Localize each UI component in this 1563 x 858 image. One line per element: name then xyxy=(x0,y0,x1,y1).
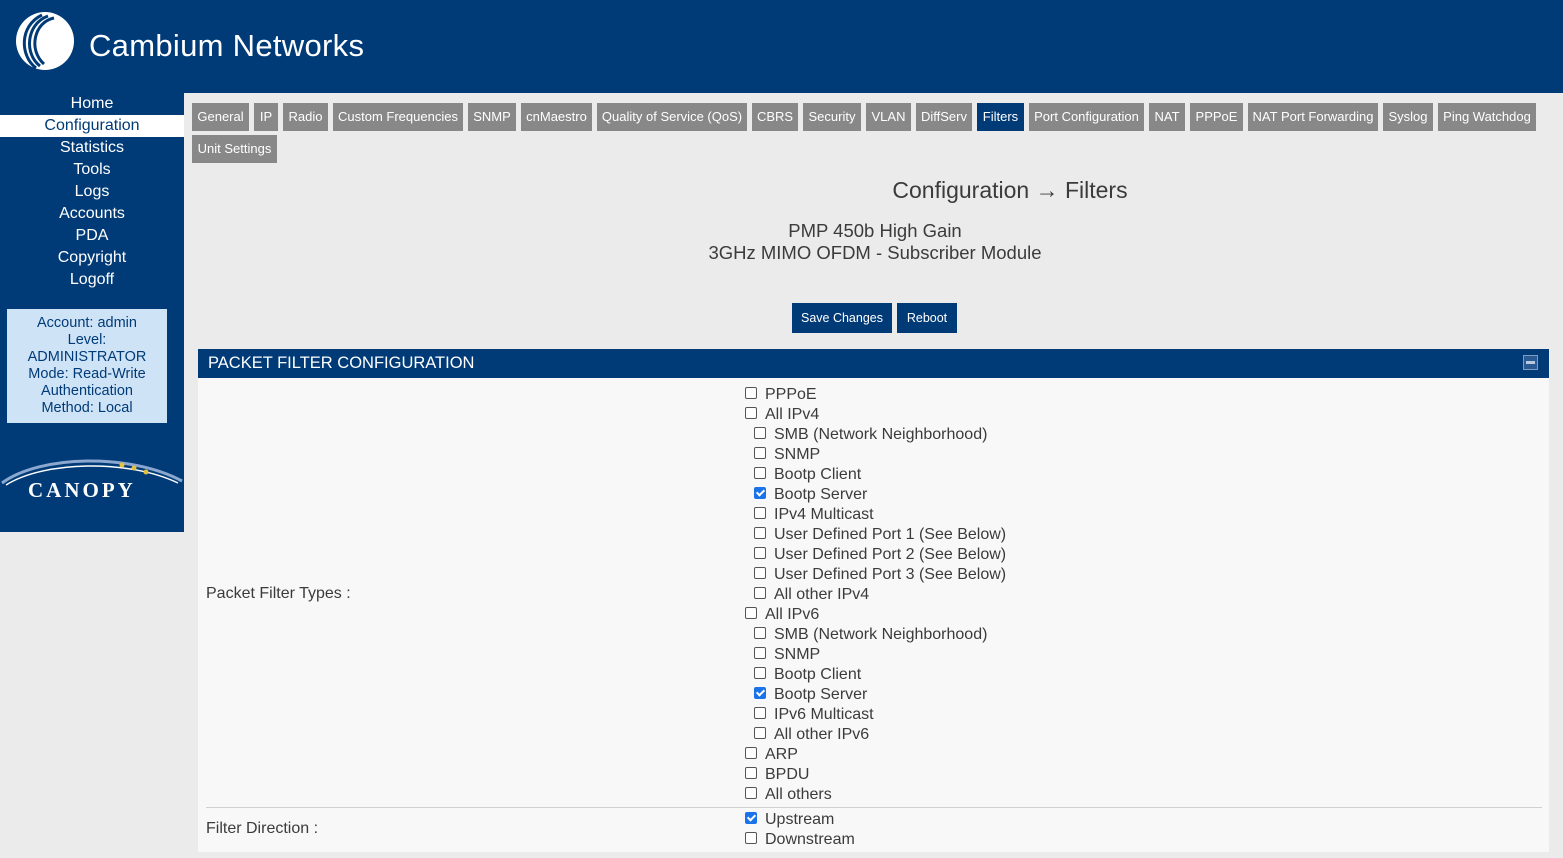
checkbox[interactable] xyxy=(745,746,757,759)
checkbox-checked[interactable] xyxy=(754,486,766,499)
tab-custom-frequencies[interactable]: Custom Frequencies xyxy=(333,103,463,131)
checkbox[interactable] xyxy=(745,786,757,799)
cambium-logo-icon xyxy=(16,12,74,70)
account-line: Level: xyxy=(67,332,107,348)
panel-header: PACKET FILTER CONFIGURATION xyxy=(198,349,1549,378)
filter-direction-label: Filter Direction : xyxy=(206,820,319,837)
checkbox[interactable] xyxy=(754,666,766,679)
filter-type-ipv6-bootp-client[interactable]: Bootp Client xyxy=(754,665,861,685)
account-line: Mode: Read-Write xyxy=(28,366,146,382)
checkbox[interactable] xyxy=(754,586,766,599)
filter-type-all-ipv4[interactable]: All IPv4 xyxy=(745,405,819,425)
checkbox[interactable] xyxy=(754,646,766,659)
device-type: 3GHz MIMO OFDM - Subscriber Module xyxy=(708,242,1042,263)
filter-type-ipv4-smb[interactable]: SMB (Network Neighborhood) xyxy=(754,425,987,445)
sidebar-item-pda[interactable]: PDA xyxy=(0,225,184,247)
filter-type-user-port-3[interactable]: User Defined Port 3 (See Below) xyxy=(754,565,1006,585)
tab-vlan[interactable]: VLAN xyxy=(866,103,911,131)
filter-type-arp[interactable]: ARP xyxy=(745,745,798,765)
page-title: Configuration → Filters xyxy=(892,177,1128,203)
tab-nat-port-forwarding[interactable]: NAT Port Forwarding xyxy=(1248,103,1378,131)
tab-ping-watchdog[interactable]: Ping Watchdog xyxy=(1438,103,1536,131)
account-line: Account: admin xyxy=(37,315,137,331)
device-name: PMP 450b High Gain xyxy=(788,220,962,241)
checkbox-checked[interactable] xyxy=(754,686,766,699)
tab-diffserv[interactable]: DiffServ xyxy=(916,103,972,131)
tab-unit-settings[interactable]: Unit Settings xyxy=(192,135,277,163)
filter-type-ipv6-multicast[interactable]: IPv6 Multicast xyxy=(754,705,874,725)
sidebar-item-accounts[interactable]: Accounts xyxy=(0,203,184,225)
tab-ip[interactable]: IP xyxy=(254,103,278,131)
tab-qos[interactable]: Quality of Service (QoS) xyxy=(597,103,747,131)
sidebar-item-statistics[interactable]: Statistics xyxy=(0,137,184,159)
checkbox[interactable] xyxy=(754,526,766,539)
checkbox[interactable] xyxy=(754,626,766,639)
checkbox[interactable] xyxy=(754,426,766,439)
tab-syslog[interactable]: Syslog xyxy=(1383,103,1433,131)
filter-type-pppoe[interactable]: PPPoE xyxy=(745,385,817,405)
sidebar-item-logoff[interactable]: Logoff xyxy=(0,269,184,291)
checkbox[interactable] xyxy=(754,706,766,719)
filter-type-ipv6-bootp-server[interactable]: Bootp Server xyxy=(754,685,867,705)
filter-type-all-others[interactable]: All others xyxy=(745,785,832,805)
canopy-logo: CANOPY xyxy=(1,459,183,502)
filter-type-all-other-ipv4[interactable]: All other IPv4 xyxy=(754,585,869,605)
account-info: Account: admin Level: ADMINISTRATOR Mode… xyxy=(7,309,167,423)
filter-direction-downstream[interactable]: Downstream xyxy=(745,830,855,850)
checkbox[interactable] xyxy=(754,726,766,739)
filter-type-ipv4-snmp[interactable]: SNMP xyxy=(754,445,820,465)
tab-cnmaestro[interactable]: cnMaestro xyxy=(521,103,592,131)
checkbox[interactable] xyxy=(745,386,757,399)
sidebar-item-tools[interactable]: Tools xyxy=(0,159,184,181)
checkbox[interactable] xyxy=(745,831,757,844)
brand-name: Cambium Networks xyxy=(89,28,365,63)
sidebar-item-copyright[interactable]: Copyright xyxy=(0,247,184,269)
packet-filter-panel: PACKET FILTER CONFIGURATION Packet Filte… xyxy=(198,349,1549,852)
row-divider xyxy=(206,807,1542,808)
filter-type-all-ipv6[interactable]: All IPv6 xyxy=(745,605,819,625)
filter-type-bpdu[interactable]: BPDU xyxy=(745,765,809,785)
tab-pppoe[interactable]: PPPoE xyxy=(1190,103,1243,131)
filter-type-ipv4-multicast[interactable]: IPv4 Multicast xyxy=(754,505,874,525)
canopy-logo-text: CANOPY xyxy=(28,478,136,502)
sidebar-item-home[interactable]: Home xyxy=(0,93,184,115)
checkbox[interactable] xyxy=(754,506,766,519)
filter-type-ipv4-bootp-client[interactable]: Bootp Client xyxy=(754,465,861,485)
packet-filter-types-label: Packet Filter Types : xyxy=(206,585,351,602)
tab-snmp[interactable]: SNMP xyxy=(468,103,516,131)
tab-security[interactable]: Security xyxy=(803,103,861,131)
checkbox[interactable] xyxy=(754,466,766,479)
filter-type-user-port-2[interactable]: User Defined Port 2 (See Below) xyxy=(754,545,1006,565)
checkbox[interactable] xyxy=(754,566,766,579)
checkbox-checked[interactable] xyxy=(745,811,757,824)
panel-title: PACKET FILTER CONFIGURATION xyxy=(208,354,475,372)
reboot-button[interactable]: Reboot xyxy=(897,303,957,333)
checkbox[interactable] xyxy=(754,446,766,459)
tab-general[interactable]: General xyxy=(192,103,249,131)
filter-type-ipv6-snmp[interactable]: SNMP xyxy=(754,645,820,665)
checkbox[interactable] xyxy=(745,766,757,779)
account-line: Method: Local xyxy=(41,400,133,416)
checkbox[interactable] xyxy=(745,606,757,619)
filter-direction-upstream[interactable]: Upstream xyxy=(745,810,834,830)
filter-type-ipv6-smb[interactable]: SMB (Network Neighborhood) xyxy=(754,625,987,645)
save-changes-button[interactable]: Save Changes xyxy=(792,303,892,333)
filter-type-ipv4-bootp-server[interactable]: Bootp Server xyxy=(754,485,867,505)
tab-radio[interactable]: Radio xyxy=(283,103,328,131)
collapse-icon[interactable] xyxy=(1523,355,1538,370)
tab-port-configuration[interactable]: Port Configuration xyxy=(1029,103,1144,131)
filter-type-user-port-1[interactable]: User Defined Port 1 (See Below) xyxy=(754,525,1006,545)
sidebar: Home Configuration Statistics Tools Logs… xyxy=(0,93,184,532)
account-line: ADMINISTRATOR xyxy=(27,349,147,365)
tab-filters[interactable]: Filters xyxy=(977,103,1024,131)
sidebar-item-configuration[interactable]: Configuration xyxy=(0,115,184,137)
filter-type-all-other-ipv6[interactable]: All other IPv6 xyxy=(754,725,869,745)
account-line: Authentication xyxy=(41,383,133,399)
header-bar: Cambium Networks xyxy=(0,0,1563,93)
sidebar-item-logs[interactable]: Logs xyxy=(0,181,184,203)
tab-nat[interactable]: NAT xyxy=(1149,103,1185,131)
checkbox[interactable] xyxy=(745,406,757,419)
tab-cbrs[interactable]: CBRS xyxy=(752,103,798,131)
checkbox[interactable] xyxy=(754,546,766,559)
